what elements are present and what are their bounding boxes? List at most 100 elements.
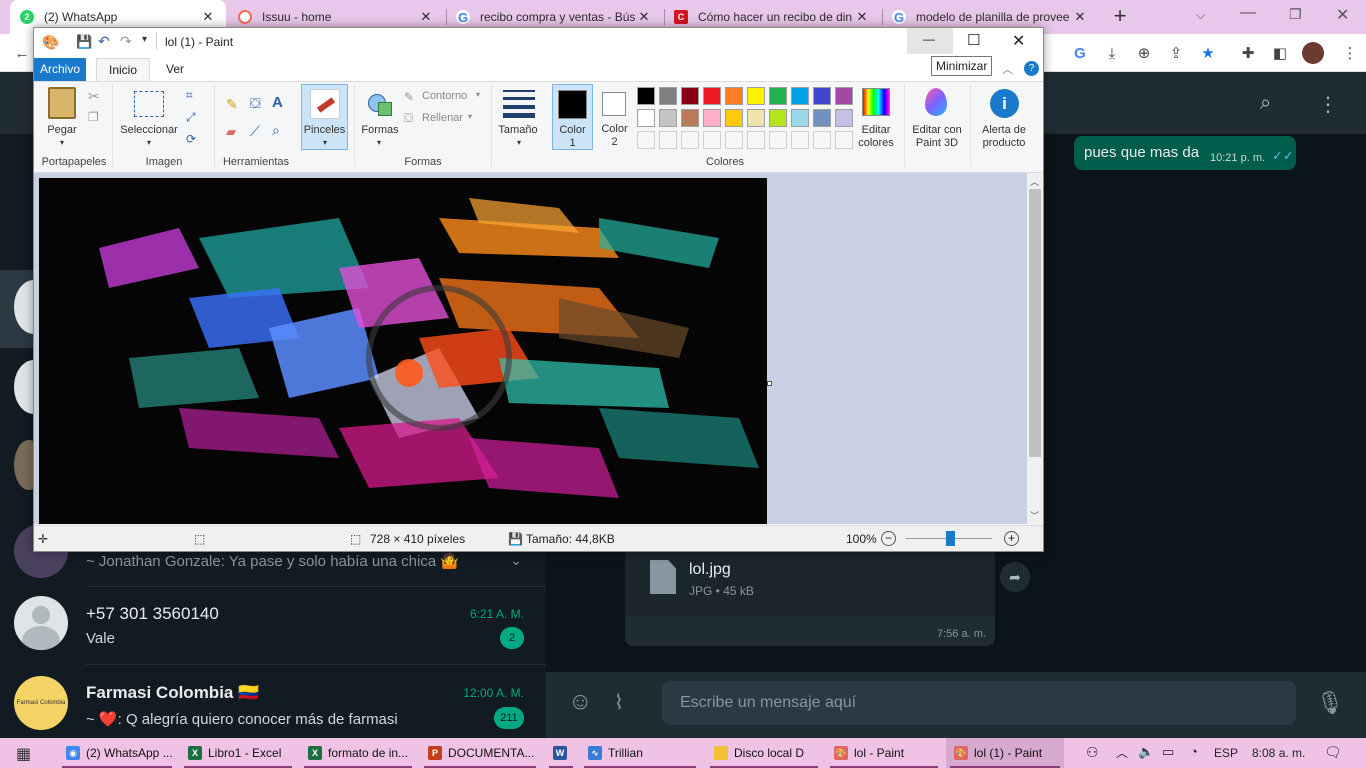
palette-swatch[interactable] [725, 109, 743, 127]
install-app-icon[interactable]: ⤓ [1102, 44, 1122, 62]
palette-swatch[interactable] [813, 87, 831, 105]
menu-icon[interactable]: ⋮ [1318, 92, 1338, 117]
battery-icon[interactable]: ▭ [1162, 744, 1174, 760]
google-lens-icon[interactable]: G [1070, 44, 1090, 62]
rotate-icon[interactable]: ⟳ [186, 132, 196, 146]
bookmark-star-icon[interactable]: ★ [1198, 44, 1218, 62]
palette-swatch[interactable] [791, 109, 809, 127]
pencil-icon[interactable]: ✎ [226, 96, 238, 113]
palette-swatch[interactable] [747, 109, 765, 127]
microphone-icon[interactable]: 🎙 [1316, 690, 1344, 716]
tab-archivo[interactable]: Archivo [34, 58, 86, 81]
task-view-icon[interactable]: ▦ [16, 744, 31, 764]
chat-item[interactable]: +57 301 3560140 6:21 A. M. Vale 2 [0, 586, 546, 664]
product-alert-label-2[interactable]: producto [976, 137, 1032, 150]
taskbar-item[interactable]: 🎨 lol (1) - Paint [946, 738, 1064, 768]
palette-swatch[interactable] [659, 109, 677, 127]
zoom-out-button[interactable]: − [881, 531, 896, 546]
palette-empty-swatch[interactable] [659, 131, 677, 149]
close-tab-icon[interactable]: ✕ [418, 9, 434, 25]
people-icon[interactable]: ⚇ [1086, 744, 1099, 761]
outline-button[interactable]: Contorno [422, 90, 467, 103]
file-attachment[interactable]: lol.jpg JPG • 45 kB [625, 548, 995, 616]
redo-icon[interactable]: ↷ [120, 33, 132, 50]
forward-icon[interactable]: ➦ [1000, 562, 1030, 592]
palette-empty-swatch[interactable] [703, 131, 721, 149]
taskbar-item[interactable]: Disco local D [706, 738, 822, 768]
chevron-down-icon[interactable]: ⌄ [510, 552, 522, 569]
crop-icon[interactable]: ⌗ [186, 88, 193, 103]
chrome-menu-icon[interactable]: ⋮ [1340, 44, 1360, 62]
language-indicator[interactable]: ESP [1214, 746, 1238, 760]
tab-ver[interactable]: Ver [158, 58, 192, 81]
taskbar-item[interactable]: Xformato de in... [300, 738, 416, 768]
edit-colors-label-1[interactable]: Editar [854, 124, 898, 137]
palette-empty-swatch[interactable] [813, 131, 831, 149]
palette-swatch[interactable] [703, 109, 721, 127]
close-tab-icon[interactable]: ✕ [200, 9, 216, 25]
dropdown-arrow-icon[interactable]: ▾ [57, 136, 67, 149]
paint3d-icon[interactable] [925, 88, 947, 116]
quick-access-dropdown-icon[interactable]: ▾ [142, 34, 147, 45]
palette-swatch[interactable] [835, 87, 853, 105]
dropdown-arrow-icon[interactable]: ▾ [514, 136, 524, 149]
window-restore-icon[interactable]: ❐ [1289, 6, 1302, 23]
copy-icon[interactable]: ❐ [88, 110, 99, 124]
palette-swatch[interactable] [637, 87, 655, 105]
paint-minimize-button[interactable]: — [907, 28, 953, 54]
scrollbar-thumb[interactable] [1029, 189, 1041, 457]
taskbar-item[interactable]: W [545, 738, 577, 768]
taskbar-item[interactable]: ∿ Trillian [580, 738, 700, 768]
zoom-in-button[interactable]: + [1004, 531, 1019, 546]
palette-empty-swatch[interactable] [681, 131, 699, 149]
new-tab-button[interactable]: + [1108, 4, 1132, 28]
taskbar-item[interactable]: 🎨 lol - Paint [826, 738, 942, 768]
zoom-icon[interactable]: ⊕ [1134, 44, 1154, 62]
palette-swatch[interactable] [835, 109, 853, 127]
eraser-icon[interactable]: ▰ [226, 124, 236, 140]
paint-app-icon[interactable]: 🎨 [42, 34, 59, 51]
color1-button[interactable]: Color 1 [552, 84, 593, 150]
canvas-resize-handle[interactable] [767, 381, 772, 386]
dropdown-arrow-icon[interactable]: ▾ [476, 90, 480, 99]
close-tab-icon[interactable]: ✕ [636, 9, 652, 25]
brushes-button[interactable]: Pinceles ▾ [301, 84, 348, 150]
extensions-puzzle-icon[interactable]: ✚ [1238, 44, 1258, 62]
palette-swatch[interactable] [725, 87, 743, 105]
edit-paint3d-label-2[interactable]: Paint 3D [908, 137, 966, 150]
product-alert-icon[interactable]: i [990, 89, 1019, 118]
fill-bucket-icon[interactable]: ⛋ [250, 95, 261, 112]
edit-colors-label-2[interactable]: colores [854, 137, 898, 150]
shapes-icon[interactable] [366, 88, 392, 118]
palette-empty-swatch[interactable] [835, 131, 853, 149]
attach-clip-icon[interactable]: ⌇ [614, 690, 624, 715]
color-picker-icon[interactable]: ⟋ [250, 123, 260, 140]
tray-chevron-icon[interactable]: ︿ [1116, 744, 1128, 761]
cut-icon[interactable]: ✂ [88, 88, 100, 105]
profile-avatar[interactable] [1302, 42, 1324, 64]
product-alert-label-1[interactable]: Alerta de [976, 124, 1032, 137]
undo-icon[interactable]: ↶ [98, 33, 110, 50]
close-tab-icon[interactable]: ✕ [1072, 9, 1088, 25]
edit-paint3d-label-1[interactable]: Editar con [908, 124, 966, 137]
side-panel-icon[interactable]: ◧ [1270, 44, 1290, 62]
dropdown-arrow-icon[interactable]: ▾ [468, 112, 472, 121]
taskbar-item[interactable]: X Libro1 - Excel [180, 738, 296, 768]
color2-button[interactable]: Color 2 [594, 84, 635, 150]
tab-inicio[interactable]: Inicio [96, 58, 150, 82]
select-icon[interactable] [134, 91, 164, 117]
search-icon[interactable]: ⌕ [1260, 92, 1271, 115]
line-size-icon[interactable] [503, 90, 535, 118]
scroll-up-icon[interactable]: ︿ [1030, 175, 1039, 188]
message-input[interactable]: Escribe un mensaje aquí [662, 681, 1296, 725]
magnifier-icon[interactable]: ⌕ [272, 122, 280, 139]
palette-swatch[interactable] [791, 87, 809, 105]
speaker-icon[interactable]: 🔈 [1138, 744, 1154, 760]
close-tab-icon[interactable]: ✕ [854, 9, 870, 25]
vertical-scrollbar[interactable]: ︿ ﹀ [1027, 173, 1043, 524]
back-arrow-icon[interactable]: ← [12, 44, 32, 62]
resize-icon[interactable]: ⤢ [186, 110, 196, 125]
palette-swatch[interactable] [747, 87, 765, 105]
taskbar-item[interactable]: P DOCUMENTA... [420, 738, 540, 768]
canvas-image[interactable] [39, 178, 767, 524]
